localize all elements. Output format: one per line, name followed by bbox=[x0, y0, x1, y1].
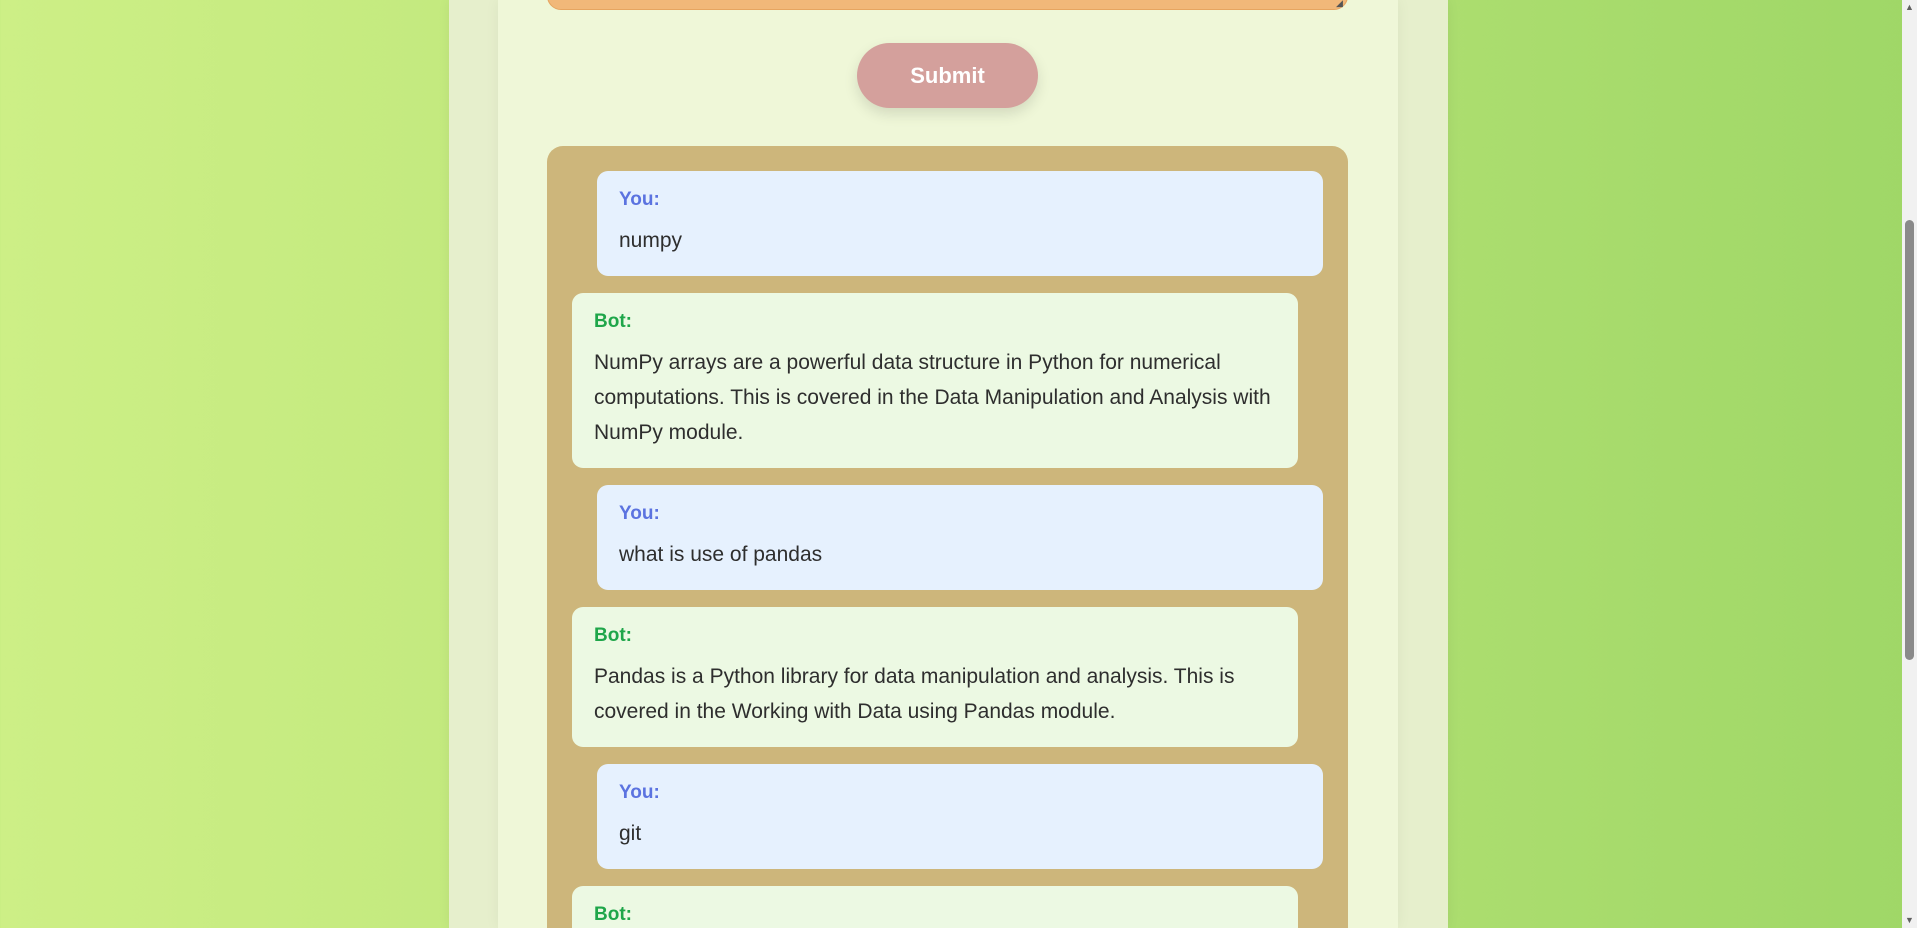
message-textarea[interactable]: ◢ bbox=[547, 0, 1348, 10]
message-text: git bbox=[619, 822, 642, 845]
bot-message: Bot: Pandas is a Python library for data… bbox=[572, 607, 1298, 747]
resize-grip-icon[interactable]: ◢ bbox=[1336, 0, 1344, 8]
bot-message: Bot: NumPy arrays are a powerful data st… bbox=[572, 293, 1298, 468]
scroll-down-icon[interactable]: ▼ bbox=[1902, 913, 1917, 928]
bot-message: Bot: bbox=[572, 886, 1298, 928]
message-text: NumPy arrays are a powerful data structu… bbox=[594, 351, 1271, 444]
page-container: ◢ Submit You: numpy Bot: NumPy arrays ar… bbox=[449, 0, 1448, 928]
message-text: what is use of pandas bbox=[619, 543, 823, 566]
user-speaker-label: You: bbox=[619, 503, 660, 524]
message-text: Pandas is a Python library for data mani… bbox=[594, 665, 1235, 723]
chat-card: ◢ Submit You: numpy Bot: NumPy arrays ar… bbox=[498, 0, 1398, 928]
scrollbar-thumb[interactable] bbox=[1905, 220, 1914, 660]
submit-button[interactable]: Submit bbox=[857, 43, 1038, 108]
user-speaker-label: You: bbox=[619, 782, 660, 803]
bot-speaker-label: Bot: bbox=[594, 625, 632, 646]
message-text: numpy bbox=[619, 229, 683, 252]
bot-speaker-label: Bot: bbox=[594, 904, 632, 925]
user-speaker-label: You: bbox=[619, 189, 660, 210]
scroll-up-icon[interactable]: ▲ bbox=[1902, 0, 1917, 15]
bot-speaker-label: Bot: bbox=[594, 311, 632, 332]
page-scrollbar[interactable]: ▲ ▼ bbox=[1902, 0, 1917, 928]
chat-history[interactable]: You: numpy Bot: NumPy arrays are a power… bbox=[547, 146, 1348, 928]
user-message: You: numpy bbox=[597, 171, 1323, 276]
user-message: You: git bbox=[597, 764, 1323, 869]
user-message: You: what is use of pandas bbox=[597, 485, 1323, 590]
